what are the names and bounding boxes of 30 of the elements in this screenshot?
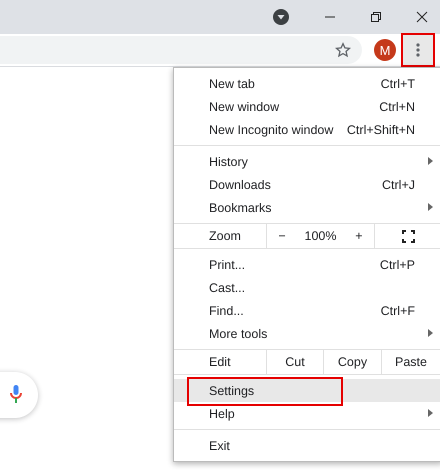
menu-item[interactable]: History [174,150,440,173]
microphone-icon[interactable] [10,385,22,405]
menu-item[interactable]: Cast... [174,276,440,299]
zoom-out-button[interactable]: − [274,229,290,243]
menu-item[interactable]: New tab Ctrl+T [174,72,440,95]
menu-icon [416,43,420,57]
menu-item[interactable]: Help [174,402,440,425]
fullscreen-icon [402,230,415,242]
submenu-arrow-icon [428,329,433,337]
menu-item[interactable]: More tools [174,322,440,345]
star-icon[interactable] [335,42,351,58]
menu-item[interactable]: Exit [174,434,440,457]
zoom-level: 100% [304,229,336,243]
submenu-arrow-icon [428,203,433,211]
close-icon[interactable] [416,11,428,23]
zoom-label: Zoom [208,228,242,245]
edit-label: Edit [208,354,232,371]
menu-item[interactable]: Bookmarks [174,196,440,219]
dropdown-icon[interactable] [273,9,289,25]
zoom-in-button[interactable]: + [351,229,367,243]
menu-item[interactable]: New window Ctrl+N [174,95,440,118]
submenu-arrow-icon [428,409,433,417]
submenu-arrow-icon [428,157,433,165]
menu-item[interactable]: Print... Ctrl+P [174,253,440,276]
menu-button[interactable] [403,35,433,65]
restore-icon[interactable] [370,11,382,23]
profile-avatar[interactable]: M [374,39,396,61]
menu-item[interactable]: New Incognito window Ctrl+Shift+N [174,118,440,141]
menu-item[interactable]: Find... Ctrl+F [174,299,440,322]
menu-item[interactable]: Downloads Ctrl+J [174,173,440,196]
